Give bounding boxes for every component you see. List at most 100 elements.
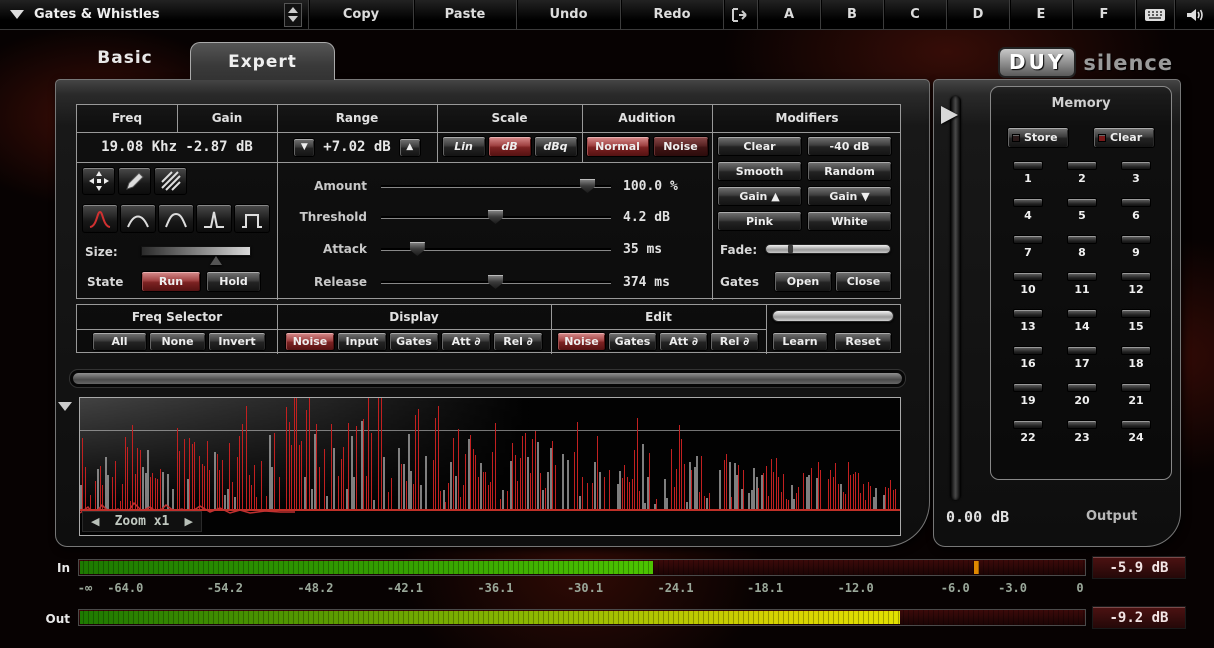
paste-button[interactable]: Paste bbox=[413, 0, 516, 29]
modifier-pink-button[interactable]: Pink bbox=[717, 211, 802, 231]
curve-wide-bell-button[interactable] bbox=[158, 204, 194, 233]
edit-noise-button[interactable]: Noise bbox=[557, 332, 606, 351]
preset-spinner[interactable] bbox=[284, 3, 302, 27]
state-hold-button[interactable]: Hold bbox=[206, 271, 261, 292]
display-noise-button[interactable]: Noise bbox=[285, 332, 335, 351]
modifier-smooth-button[interactable]: Smooth bbox=[717, 161, 802, 181]
curve-sharp-button[interactable] bbox=[82, 204, 118, 233]
zoom-control[interactable]: ◀ Zoom x1 ▶ bbox=[82, 511, 202, 532]
memory-slot-1[interactable]: 1 bbox=[1005, 161, 1051, 185]
zoom-in-icon[interactable]: ▶ bbox=[185, 515, 193, 528]
memory-slot-21[interactable]: 21 bbox=[1113, 383, 1159, 407]
audio-button[interactable] bbox=[1174, 0, 1214, 29]
memory-slot-13[interactable]: 13 bbox=[1005, 309, 1051, 333]
memory-slot-button[interactable] bbox=[1067, 235, 1097, 244]
amount-slider-thumb[interactable] bbox=[580, 179, 595, 193]
memory-slot-button[interactable] bbox=[1013, 161, 1043, 170]
hatch-tool-button[interactable] bbox=[154, 167, 187, 195]
memory-slot-3[interactable]: 3 bbox=[1113, 161, 1159, 185]
release-slider-thumb[interactable] bbox=[488, 275, 503, 289]
memory-slot-11[interactable]: 11 bbox=[1059, 272, 1105, 296]
copy-button[interactable]: Copy bbox=[308, 0, 413, 29]
audition-noise-button[interactable]: Noise bbox=[653, 136, 709, 157]
preset-dropdown-icon[interactable] bbox=[10, 10, 24, 19]
tab-basic[interactable]: Basic bbox=[85, 48, 165, 68]
memory-slot-18[interactable]: 18 bbox=[1113, 346, 1159, 370]
memory-slot-button[interactable] bbox=[1121, 272, 1151, 281]
fade-slider[interactable] bbox=[765, 244, 891, 254]
memory-slot-button[interactable] bbox=[1121, 383, 1151, 392]
amount-slider[interactable] bbox=[381, 177, 611, 195]
fade-slider-thumb[interactable] bbox=[788, 245, 793, 253]
release-slider[interactable] bbox=[381, 273, 611, 291]
size-slider[interactable] bbox=[141, 246, 251, 256]
memory-slot-22[interactable]: 22 bbox=[1005, 420, 1051, 444]
memory-slot-button[interactable] bbox=[1067, 346, 1097, 355]
state-run-button[interactable]: Run bbox=[141, 271, 201, 292]
scale-lin-button[interactable]: Lin bbox=[442, 136, 486, 157]
spectrum-marker-icon[interactable] bbox=[58, 402, 72, 411]
edit-attack-delta-button[interactable]: Att ∂ bbox=[659, 332, 708, 351]
preset-down-icon[interactable] bbox=[288, 16, 298, 22]
memory-slot-4[interactable]: 4 bbox=[1005, 198, 1051, 222]
output-fader-track[interactable] bbox=[950, 96, 961, 500]
memory-slot-button[interactable] bbox=[1013, 420, 1043, 429]
curve-peak-button[interactable] bbox=[196, 204, 232, 233]
memory-slot-7[interactable]: 7 bbox=[1005, 235, 1051, 259]
select-all-button[interactable]: All bbox=[92, 332, 147, 351]
edit-gates-button[interactable]: Gates bbox=[608, 332, 657, 351]
display-input-button[interactable]: Input bbox=[337, 332, 387, 351]
memory-slot-12[interactable]: 12 bbox=[1113, 272, 1159, 296]
memory-slot-button[interactable] bbox=[1067, 161, 1097, 170]
zoom-out-icon[interactable]: ◀ bbox=[91, 515, 99, 528]
clear-button[interactable]: Clear bbox=[1093, 127, 1155, 148]
preset-up-icon[interactable] bbox=[288, 7, 298, 13]
slot-f-button[interactable]: F bbox=[1072, 0, 1135, 29]
memory-slot-button[interactable] bbox=[1013, 235, 1043, 244]
curve-bell-button[interactable] bbox=[120, 204, 156, 233]
memory-slot-button[interactable] bbox=[1121, 198, 1151, 207]
modifier-random-button[interactable]: Random bbox=[807, 161, 892, 181]
keyboard-button[interactable] bbox=[1135, 0, 1174, 29]
modifier-gain-down-button[interactable]: Gain ▼ bbox=[807, 186, 892, 206]
store-button[interactable]: Store bbox=[1007, 127, 1069, 148]
slot-c-button[interactable]: C bbox=[883, 0, 946, 29]
audition-normal-button[interactable]: Normal bbox=[586, 136, 650, 157]
threshold-slider-thumb[interactable] bbox=[488, 210, 503, 224]
select-invert-button[interactable]: Invert bbox=[208, 332, 266, 351]
memory-slot-15[interactable]: 15 bbox=[1113, 309, 1159, 333]
memory-slot-button[interactable] bbox=[1013, 383, 1043, 392]
memory-slot-8[interactable]: 8 bbox=[1059, 235, 1105, 259]
memory-slot-20[interactable]: 20 bbox=[1059, 383, 1105, 407]
tab-expert[interactable]: Expert bbox=[190, 42, 335, 80]
memory-slot-button[interactable] bbox=[1013, 198, 1043, 207]
spectrum-scrollbar-thumb[interactable] bbox=[73, 373, 902, 384]
amount-slider-track[interactable] bbox=[381, 185, 611, 188]
memory-slot-button[interactable] bbox=[1121, 235, 1151, 244]
modifier-white-button[interactable]: White bbox=[807, 211, 892, 231]
transfer-button[interactable] bbox=[723, 0, 757, 29]
undo-button[interactable]: Undo bbox=[516, 0, 620, 29]
memory-slot-button[interactable] bbox=[1013, 346, 1043, 355]
memory-slot-button[interactable] bbox=[1121, 420, 1151, 429]
redo-button[interactable]: Redo bbox=[620, 0, 723, 29]
gates-close-button[interactable]: Close bbox=[835, 271, 892, 292]
memory-slot-24[interactable]: 24 bbox=[1113, 420, 1159, 444]
threshold-slider[interactable] bbox=[381, 208, 611, 226]
modifier-clear-button[interactable]: Clear bbox=[717, 136, 802, 156]
range-down-button[interactable]: ▼ bbox=[293, 138, 315, 157]
edit-release-delta-button[interactable]: Rel ∂ bbox=[710, 332, 759, 351]
range-up-button[interactable]: ▲ bbox=[399, 138, 421, 157]
memory-slot-17[interactable]: 17 bbox=[1059, 346, 1105, 370]
preset-selector[interactable]: Gates & Whistles bbox=[0, 0, 308, 29]
slot-b-button[interactable]: B bbox=[820, 0, 883, 29]
memory-slot-button[interactable] bbox=[1067, 198, 1097, 207]
spectrum-scrollbar[interactable] bbox=[69, 369, 906, 388]
memory-slot-6[interactable]: 6 bbox=[1113, 198, 1159, 222]
memory-slot-button[interactable] bbox=[1121, 309, 1151, 318]
memory-slot-button[interactable] bbox=[1067, 309, 1097, 318]
memory-slot-button[interactable] bbox=[1121, 161, 1151, 170]
pencil-tool-button[interactable] bbox=[118, 167, 151, 195]
attack-slider[interactable] bbox=[381, 240, 611, 258]
memory-slot-button[interactable] bbox=[1067, 383, 1097, 392]
